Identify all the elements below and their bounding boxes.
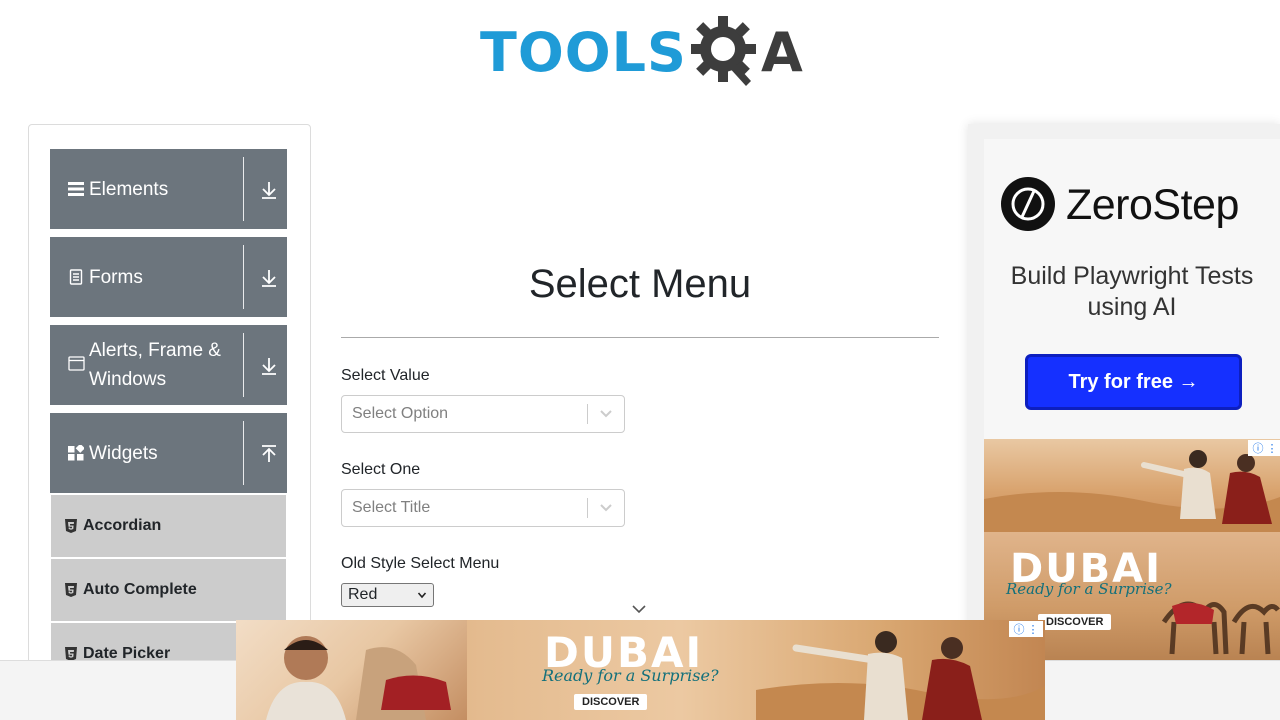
document-icon [67,269,85,285]
sidebar-group-elements[interactable]: Elements [50,149,287,229]
chevron-down-icon[interactable] [588,490,624,526]
scroll-down-chevron-icon[interactable] [630,603,648,615]
chevron-down-icon[interactable] [588,396,624,432]
zerostep-name: ZeroStep [1066,181,1239,229]
select-value-label: Select Value [341,367,430,384]
toolsqa-logo[interactable]: TOOLS A [480,14,806,92]
html5-icon [65,519,77,533]
dubai-ad-top[interactable] [984,439,1280,532]
camels-image [1161,601,1280,655]
widgets-icon [67,445,85,461]
sidebar-item-label: Accordian [83,517,162,534]
html5-icon [65,647,77,661]
zerostep-text: Build Playwright Tests using AI [1010,262,1254,321]
html5-icon [65,583,77,597]
sidebar-group-widgets[interactable]: Widgets [50,413,287,493]
dubai-ad-banner[interactable]: DUBAI Ready for a Surprise? DISCOVER [236,620,1045,720]
group-divider [243,245,244,309]
zerostep-ad[interactable]: ZeroStep Build Playwright Tests using AI… [984,139,1280,439]
adchoices-icon[interactable]: ⓘ ⋮ [1248,440,1280,456]
sidebar-item-label: Auto Complete [83,581,197,598]
logo-q-gear-icon: A [690,15,803,91]
desert-couple-image [984,450,1280,532]
group-divider [243,421,244,485]
sidebar-item-accordian[interactable]: Accordian [51,495,286,557]
sidebar: Elements Forms Alerts, Frame & Windows W… [28,124,311,684]
page-title: Select Menu [528,262,752,306]
sidebar-item-auto-complete[interactable]: Auto Complete [51,559,286,621]
sidebar-group-label: Alerts, Frame & Windows [89,340,221,390]
old-style-select[interactable]: Red [341,583,434,607]
download-arrow-icon[interactable] [258,267,280,289]
logo-text-a: A [760,21,803,84]
download-arrow-icon[interactable] [258,179,280,201]
upload-arrow-icon[interactable] [258,443,280,465]
window-icon [67,356,85,371]
zerostep-logo-icon [1001,177,1055,231]
select-one-dropdown[interactable]: Select Title [341,489,625,527]
select-value-placeholder: Select Option [352,405,449,422]
group-divider [243,157,244,221]
title-divider [341,337,939,338]
desert-couple-image [756,631,1045,720]
group-divider [243,333,244,397]
old-style-select-label: Old Style Select Menu [341,555,500,572]
select-value-dropdown[interactable]: Select Option [341,395,625,433]
select-one-placeholder: Select Title [352,499,431,516]
camel-selfie-image [236,620,467,720]
discover-button[interactable]: DISCOVER [574,694,648,710]
discover-button[interactable]: DISCOVER [1038,614,1112,630]
sidebar-group-label: Elements [89,178,169,200]
sidebar-group-label: Forms [89,266,143,288]
page: TOOLS A Elements Forms Alerts, Frame & W… [0,0,1280,720]
sidebar-group-forms[interactable]: Forms [50,237,287,317]
hamburger-icon [67,182,85,196]
try-for-free-button[interactable]: Try for free → [1025,354,1242,410]
adchoices-icon[interactable]: ⓘ ⋮ [1009,621,1043,637]
dubai-tagline: Ready for a Surprise? [1006,580,1172,598]
select-arrow-icon [417,592,427,599]
select-one-label: Select One [341,461,421,478]
old-style-selected-value: Red [348,586,378,603]
dubai-tagline: Ready for a Surprise? [542,666,719,685]
sidebar-group-alerts[interactable]: Alerts, Frame & Windows [50,325,287,405]
download-arrow-icon[interactable] [258,355,280,377]
logo-text-tools: TOOLS [480,21,687,84]
sidebar-group-label: Widgets [89,442,158,464]
